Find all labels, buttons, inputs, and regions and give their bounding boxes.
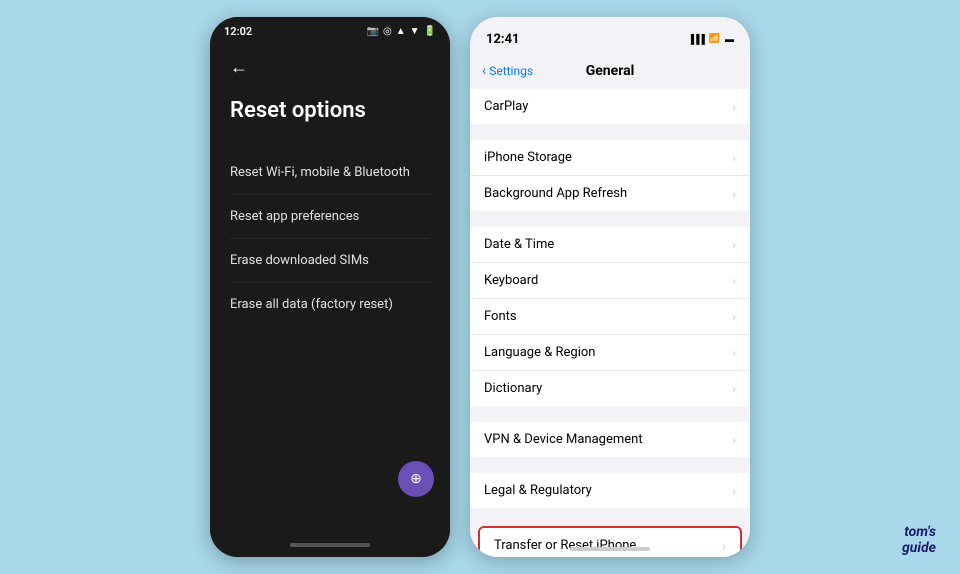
section-gap-4: [470, 465, 750, 473]
android-fab-icon: ⊕: [410, 471, 422, 487]
iphone-row-date-time[interactable]: Date & Time ›: [470, 227, 750, 263]
iphone-back-button[interactable]: ‹ Settings: [482, 63, 533, 79]
iphone-wifi-icon: 📶: [709, 34, 720, 44]
android-fab-button[interactable]: ⊕: [398, 461, 434, 497]
iphone-row-language-region[interactable]: Language & Region ›: [470, 335, 750, 371]
iphone-status-bar: 12:41 ▐▐▐ 📶 ▬: [470, 17, 750, 53]
android-menu-list: Reset Wi-Fi, mobile & Bluetooth Reset ap…: [230, 151, 430, 326]
iphone-row-storage-chevron: ›: [732, 151, 736, 165]
iphone-row-keyboard-label: Keyboard: [484, 273, 538, 288]
android-camera-icon: 📷: [367, 26, 379, 37]
section-gap-3: [470, 414, 750, 422]
iphone-nav-bar: ‹ Settings General: [470, 53, 750, 89]
android-battery-icon: 🔋: [424, 26, 436, 37]
iphone-row-transfer-wrapper: Transfer or Reset iPhone ›: [478, 526, 742, 557]
iphone-row-language-chevron: ›: [732, 346, 736, 360]
iphone-row-legal[interactable]: Legal & Regulatory ›: [470, 473, 750, 508]
android-status-bar: 12:02 📷 ◎ ▲ ▼ 🔋: [210, 17, 450, 45]
iphone-battery-icon: ▬: [725, 34, 734, 45]
iphone-row-vpn-label: VPN & Device Management: [484, 432, 643, 447]
iphone-section-legal: Legal & Regulatory ›: [470, 473, 750, 508]
iphone-nav-title: General: [586, 63, 635, 79]
iphone-row-dictionary-chevron: ›: [732, 382, 736, 396]
android-content: ← Reset options Reset Wi-Fi, mobile & Bl…: [210, 45, 450, 557]
iphone-row-transfer[interactable]: Transfer or Reset iPhone ›: [480, 528, 740, 557]
toms-guide-line1: tom's: [904, 524, 936, 540]
iphone: 12:41 ▐▐▐ 📶 ▬ ‹ Settings General: [470, 17, 750, 557]
iphone-row-carplay-chevron: ›: [732, 100, 736, 114]
iphone-row-keyboard[interactable]: Keyboard ›: [470, 263, 750, 299]
iphone-row-date-time-label: Date & Time: [484, 237, 554, 252]
iphone-home-bar: [570, 547, 650, 551]
iphone-back-label: Settings: [489, 64, 533, 78]
iphone-row-language-label: Language & Region: [484, 345, 595, 360]
iphone-row-keyboard-chevron: ›: [732, 274, 736, 288]
android-page-title: Reset options: [230, 98, 430, 123]
iphone-row-carplay-label: CarPlay: [484, 99, 528, 114]
iphone-row-vpn[interactable]: VPN & Device Management ›: [470, 422, 750, 457]
section-gap-1: [470, 132, 750, 140]
iphone-row-vpn-chevron: ›: [732, 433, 736, 447]
android-home-bar: [290, 543, 370, 547]
android-time: 12:02: [224, 25, 252, 38]
iphone-section-vpn: VPN & Device Management ›: [470, 422, 750, 457]
iphone-row-fonts-chevron: ›: [732, 310, 736, 324]
iphone-row-dictionary-label: Dictionary: [484, 381, 542, 396]
iphone-row-fonts[interactable]: Fonts ›: [470, 299, 750, 335]
iphone-section-datetime: Date & Time › Keyboard › Fonts › Languag…: [470, 227, 750, 406]
android-menu-item-2[interactable]: Erase downloaded SIMs: [230, 239, 430, 283]
android-menu-item-3[interactable]: Erase all data (factory reset): [230, 283, 430, 326]
iphone-row-transfer-chevron: ›: [722, 539, 726, 553]
iphone-row-iphone-storage[interactable]: iPhone Storage ›: [470, 140, 750, 176]
toms-guide-branding: tom's guide: [902, 525, 936, 556]
iphone-row-legal-label: Legal & Regulatory: [484, 483, 592, 498]
toms-guide-line2: guide: [902, 540, 936, 556]
android-menu-item-1[interactable]: Reset app preferences: [230, 195, 430, 239]
android-signal-icon: ▼: [410, 26, 420, 37]
section-gap-2: [470, 219, 750, 227]
android-phone: 12:02 📷 ◎ ▲ ▼ 🔋 ← Reset options Reset Wi…: [210, 17, 450, 557]
iphone-row-storage-label: iPhone Storage: [484, 150, 572, 165]
android-wifi-icon: ▲: [396, 26, 406, 37]
iphone-back-chevron: ‹: [482, 63, 486, 79]
iphone-row-dictionary[interactable]: Dictionary ›: [470, 371, 750, 406]
android-menu-item-0[interactable]: Reset Wi-Fi, mobile & Bluetooth: [230, 151, 430, 195]
iphone-row-bg-refresh-label: Background App Refresh: [484, 186, 627, 201]
iphone-section-storage: iPhone Storage › Background App Refresh …: [470, 140, 750, 211]
android-back-button[interactable]: ←: [230, 57, 430, 78]
iphone-scroll-content: CarPlay › iPhone Storage › Background Ap…: [470, 89, 750, 557]
iphone-row-bg-refresh[interactable]: Background App Refresh ›: [470, 176, 750, 211]
android-circle-icon: ◎: [383, 26, 392, 37]
iphone-row-bg-refresh-chevron: ›: [732, 187, 736, 201]
iphone-signal-icon: ▐▐▐: [688, 34, 704, 45]
section-gap-5: [470, 516, 750, 524]
iphone-row-date-time-chevron: ›: [732, 238, 736, 252]
iphone-row-legal-chevron: ›: [732, 484, 736, 498]
iphone-row-fonts-label: Fonts: [484, 309, 517, 324]
iphone-time: 12:41: [486, 32, 520, 47]
iphone-section-carplay: CarPlay ›: [470, 89, 750, 124]
iphone-row-carplay[interactable]: CarPlay ›: [470, 89, 750, 124]
iphone-status-icons: ▐▐▐ 📶 ▬: [688, 34, 734, 45]
android-status-icons: 📷 ◎ ▲ ▼ 🔋: [367, 26, 436, 37]
